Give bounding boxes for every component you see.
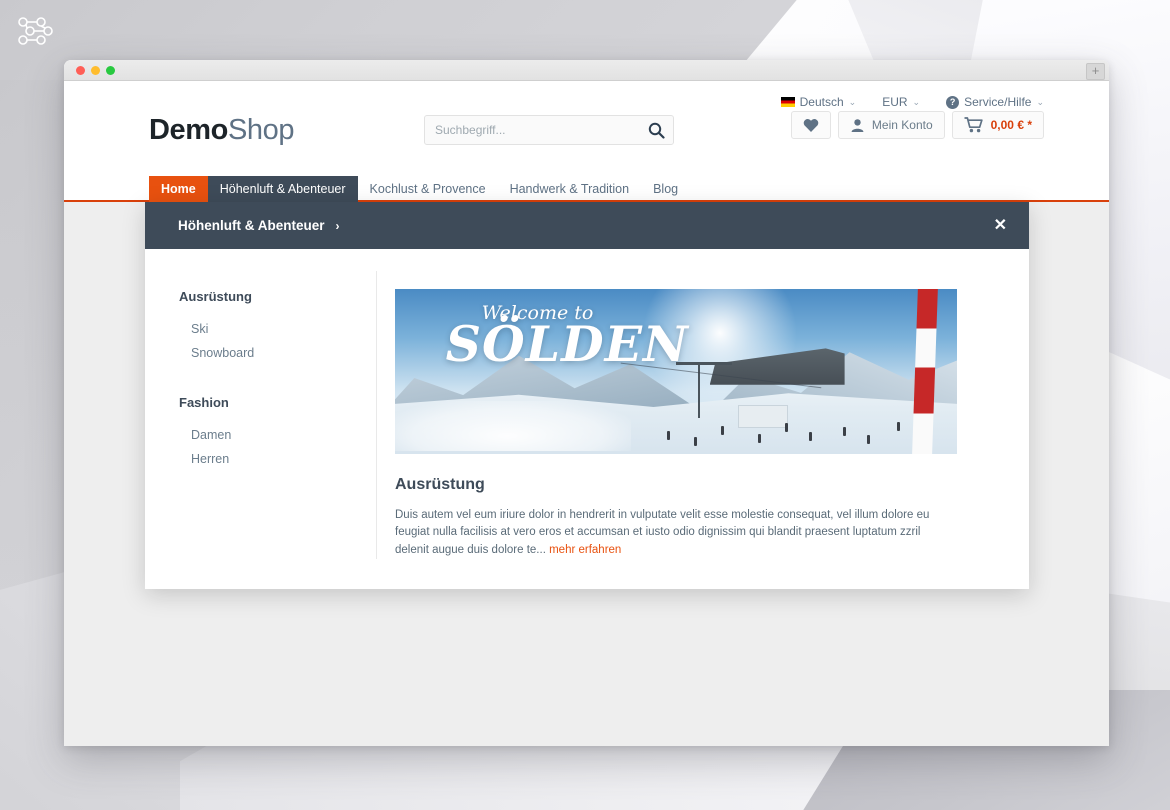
shop-header: Deutsch ⌄ EUR ⌄ ? Service/Hilfe ⌄ DemoSh… [64,81,1109,176]
nav-item-kochlust[interactable]: Kochlust & Provence [358,176,498,202]
skiers-group [642,411,945,447]
megamenu-category-column: Ausrüstung Ski Snowboard Fashion Damen H… [145,271,377,559]
language-label: Deutsch [799,95,844,109]
nav-item-hoehenluft[interactable]: Höhenluft & Abenteuer [207,176,358,202]
search-button[interactable] [639,122,673,139]
browser-window: + Deutsch ⌄ EUR ⌄ ? Service/Hilfe ⌄ Demo… [64,60,1109,746]
category-link-herren[interactable]: Herren [179,447,376,471]
new-tab-button[interactable]: + [1086,63,1105,80]
megamenu-panel: Höhenluft & Abenteuer › ✕ Ausrüstung Ski… [145,202,1029,589]
chevron-down-icon: ⌄ [848,96,857,107]
currency-label: EUR [882,95,908,109]
heart-icon [803,118,819,132]
desktop-background: + Deutsch ⌄ EUR ⌄ ? Service/Hilfe ⌄ Demo… [0,0,1170,810]
category-link-snowboard[interactable]: Snowboard [179,341,376,365]
content-paragraph: Duis autem vel eum iriure dolor in hendr… [395,509,930,556]
currency-selector[interactable]: EUR ⌄ [882,95,920,109]
main-navigation: Home Höhenluft & Abenteuer Kochlust & Pr… [64,176,1109,202]
megamenu-title-group[interactable]: Höhenluft & Abenteuer › [178,218,340,233]
account-label: Mein Konto [871,118,933,132]
search-icon [648,122,665,139]
service-help-menu[interactable]: ? Service/Hilfe ⌄ [946,95,1044,109]
category-group-ausruestung: Ausrüstung Ski Snowboard [179,289,376,365]
language-selector[interactable]: Deutsch ⌄ [780,95,857,109]
category-group-fashion: Fashion Damen Herren [179,395,376,471]
page-viewport: Deutsch ⌄ EUR ⌄ ? Service/Hilfe ⌄ DemoSh… [64,81,1109,746]
maximize-window-button[interactable] [106,66,115,75]
user-icon [851,118,864,132]
megamenu-body: Ausrüstung Ski Snowboard Fashion Damen H… [145,249,1029,589]
flag-de-icon [780,97,795,107]
category-heading: Ausrüstung [179,289,252,304]
brand-row: DemoShop Suchbegriff... Mein Konto 0,00 … [64,109,1109,147]
service-help-label: Service/Hilfe [964,95,1032,109]
chevron-down-icon: ⌄ [1036,96,1044,107]
soelden-hero-image[interactable]: Welcome to SÖLDEN [395,289,957,454]
traffic-lights [76,66,115,75]
chevron-down-icon: ⌄ [912,96,921,107]
close-window-button[interactable] [76,66,85,75]
search-box[interactable] [424,115,674,145]
lift-tower-shape [698,361,701,418]
megamenu-content-text: Duis autem vel eum iriure dolor in hendr… [395,507,957,559]
header-actions: Mein Konto 0,00 € * [790,111,1044,139]
nav-item-handwerk[interactable]: Handwerk & Tradition [498,176,642,202]
hero-script-text: Welcome to SÖLDEN [445,302,689,374]
minimize-window-button[interactable] [91,66,100,75]
megamenu-content-heading: Ausrüstung [395,476,485,493]
category-link-ski[interactable]: Ski [179,317,376,341]
nav-list: Home Höhenluft & Abenteuer Kochlust & Pr… [149,176,1109,202]
account-button[interactable]: Mein Konto [837,111,945,139]
cloud-bank-shape [395,401,632,451]
cart-button[interactable]: 0,00 € * [951,111,1044,139]
help-icon: ? [946,95,960,109]
search-input[interactable] [425,123,639,137]
hero-line2: SÖLDEN [445,315,689,374]
category-heading: Fashion [179,395,229,410]
category-link-damen[interactable]: Damen [179,423,376,447]
wishlist-button[interactable] [790,111,831,139]
window-titlebar: + [64,60,1109,81]
shop-logo[interactable]: DemoShop [149,114,295,147]
chevron-right-icon: › [335,218,340,233]
cart-amount: 0,00 € * [990,118,1032,132]
nav-item-home[interactable]: Home [149,176,208,202]
logo-bold-part: Demo [149,114,228,146]
node-graph-icon [18,17,53,45]
more-link[interactable]: mehr erfahren [549,544,621,556]
cart-icon [964,117,983,133]
megamenu-close-button[interactable]: ✕ [994,217,1007,234]
utility-topbar: Deutsch ⌄ EUR ⌄ ? Service/Hilfe ⌄ [64,81,1109,109]
megamenu-header: Höhenluft & Abenteuer › ✕ [145,202,1029,249]
megamenu-title: Höhenluft & Abenteuer [178,218,325,233]
megamenu-content-column: Welcome to SÖLDEN Ausrüstung Duis autem … [377,271,1029,559]
logo-light-part: Shop [227,114,295,146]
nav-item-blog[interactable]: Blog [641,176,690,202]
